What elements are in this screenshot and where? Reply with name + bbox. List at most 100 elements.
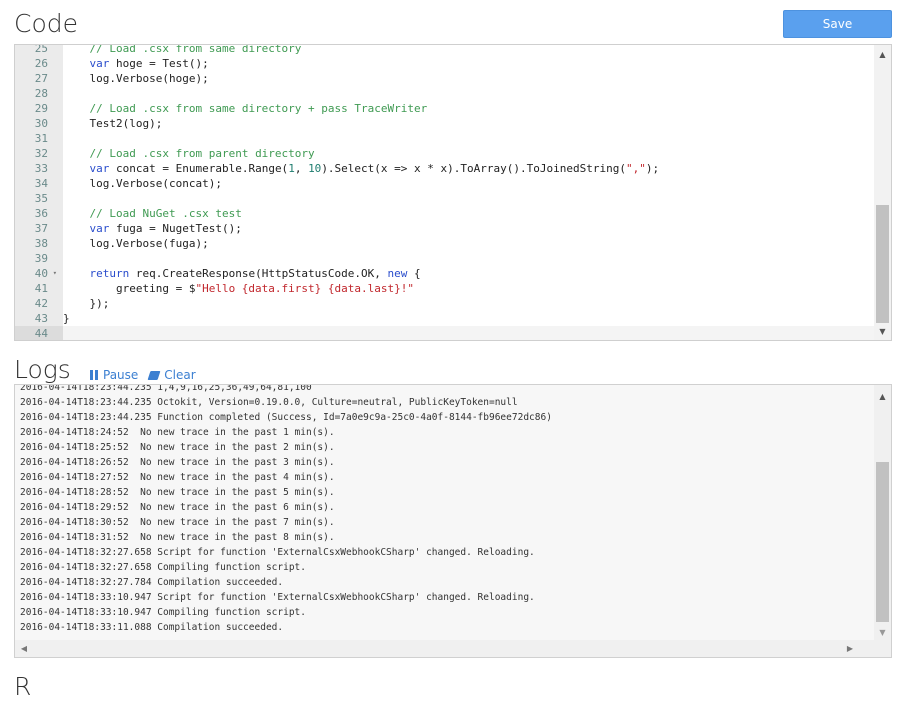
log-vertical-scrollbar[interactable]: ▲ ▼ — [874, 385, 891, 641]
code-line[interactable]: 30 Test2(log); — [15, 116, 874, 131]
save-button[interactable]: Save — [783, 10, 892, 38]
log-line: 2016-04-14T18:32:27.784 Compilation succ… — [20, 577, 284, 588]
log-line: 2016-04-14T18:23:44.235 1,4,9,16,25,36,4… — [20, 384, 312, 393]
code-text: return req.CreateResponse(HttpStatusCode… — [63, 267, 421, 280]
code-token: }); — [63, 297, 110, 310]
code-token: return — [89, 267, 130, 280]
code-token: // Load NuGet .csx test — [89, 207, 242, 220]
line-number: 32 — [34, 147, 48, 160]
log-horizontal-scrollbar[interactable]: ◀ ▶ — [15, 640, 875, 657]
triangle-down-icon[interactable]: ▼ — [874, 324, 891, 338]
code-line[interactable]: 42 }); — [15, 296, 874, 311]
line-number: 38 — [34, 237, 48, 250]
code-line[interactable]: 26 var hoge = Test(); — [15, 56, 874, 71]
code-text: }); — [63, 297, 109, 310]
code-token: { — [407, 267, 421, 280]
log-line: 2016-04-14T18:32:27.658 Compiling functi… — [20, 562, 306, 573]
line-number: 42 — [34, 297, 48, 310]
code-line[interactable]: 37 var fuga = NugetTest(); — [15, 221, 874, 236]
log-line: 2016-04-14T18:31:52 No new trace in the … — [20, 532, 335, 543]
log-line: 2016-04-14T18:32:27.658 Script for funct… — [20, 547, 535, 558]
code-line[interactable]: 35 — [15, 191, 874, 206]
triangle-left-icon[interactable]: ◀ — [17, 640, 31, 657]
log-line: 2016-04-14T18:23:44.235 Octokit, Version… — [20, 397, 518, 408]
line-number: 40 ▾ — [34, 266, 57, 281]
triangle-down-icon[interactable]: ▼ — [874, 625, 891, 639]
log-line: 2016-04-14T18:23:44.235 Function complet… — [20, 412, 552, 423]
code-text: // Load .csx from same directory + pass … — [63, 102, 428, 115]
code-text: var fuga = NugetTest(); — [63, 222, 242, 235]
line-number: 36 — [34, 207, 48, 220]
log-actions: Pause Clear — [90, 368, 196, 382]
code-editor[interactable]: 25 // Load .csx from same directory 26 va… — [14, 44, 892, 341]
line-number: 35 — [34, 192, 48, 205]
code-token: greeting = $ — [63, 282, 196, 295]
log-line: 2016-04-14T18:26:52 No new trace in the … — [20, 457, 335, 468]
code-token: log.Verbose(concat); — [63, 177, 222, 190]
code-token: concat = Enumerable.Range( — [109, 162, 289, 175]
code-line[interactable]: 44 — [15, 326, 874, 340]
line-number: 41 — [34, 282, 48, 295]
log-line: 2016-04-14T18:28:52 No new trace in the … — [20, 487, 335, 498]
code-section-title: Code — [14, 9, 79, 38]
triangle-up-icon[interactable]: ▲ — [874, 47, 891, 61]
code-line[interactable]: 36 // Load NuGet .csx test — [15, 206, 874, 221]
code-line[interactable]: 29 // Load .csx from same directory + pa… — [15, 101, 874, 116]
line-number: 43 — [34, 312, 48, 325]
code-line[interactable]: 34 log.Verbose(concat); — [15, 176, 874, 191]
pause-button[interactable]: Pause — [90, 368, 138, 382]
code-token: // Load .csx from same directory + pass … — [89, 102, 428, 115]
log-line: 2016-04-14T18:33:11.088 Compilation succ… — [20, 622, 284, 633]
log-line: 2016-04-14T18:29:52 No new trace in the … — [20, 502, 335, 513]
line-number: 33 — [34, 162, 48, 175]
pause-icon — [90, 370, 98, 380]
code-token: log.Verbose(hoge); — [63, 72, 209, 85]
log-output[interactable]: 2016-04-14T18:23:44.235 1,4,9,16,25,36,4… — [14, 384, 892, 658]
code-token: , — [294, 162, 309, 175]
code-lines[interactable]: 25 // Load .csx from same directory 26 va… — [15, 44, 874, 340]
log-scroll-thumb[interactable] — [876, 462, 889, 622]
code-line[interactable]: 43} — [15, 311, 874, 326]
code-line[interactable]: 32 // Load .csx from parent directory — [15, 146, 874, 161]
code-text: Test2(log); — [63, 117, 162, 130]
code-line[interactable]: 38 log.Verbose(fuga); — [15, 236, 874, 251]
code-token: new — [387, 267, 408, 280]
code-scroll-thumb[interactable] — [876, 205, 889, 323]
code-line[interactable]: 28 — [15, 86, 874, 101]
logs-section-title: Logs — [14, 355, 71, 384]
line-number: 25 — [34, 44, 48, 55]
code-line[interactable]: 27 log.Verbose(hoge); — [15, 71, 874, 86]
log-lines: 2016-04-14T18:23:44.235 1,4,9,16,25,36,4… — [20, 384, 873, 635]
fold-arrow-icon[interactable]: ▾ — [53, 266, 57, 281]
clear-button[interactable]: Clear — [147, 368, 196, 382]
scrollbar-corner — [874, 640, 891, 657]
code-text: // Load NuGet .csx test — [63, 207, 242, 220]
code-line[interactable]: 39 — [15, 251, 874, 266]
code-line[interactable]: 25 // Load .csx from same directory — [15, 44, 874, 56]
line-number: 44 — [15, 326, 63, 340]
code-token: ); — [645, 162, 660, 175]
code-line[interactable]: 33 var concat = Enumerable.Range(1, 10).… — [15, 161, 874, 176]
code-vertical-scrollbar[interactable]: ▲ ▼ — [874, 45, 891, 340]
code-token: ).Select(x => x * x).ToArray().ToJoinedS… — [321, 162, 626, 175]
code-text: greeting = $"Hello {data.first} {data.la… — [63, 282, 414, 295]
code-line[interactable]: 31 — [15, 131, 874, 146]
triangle-up-icon[interactable]: ▲ — [874, 389, 891, 403]
line-number: 37 — [34, 222, 48, 235]
line-number: 39 — [34, 252, 48, 265]
pause-label: Pause — [103, 368, 139, 382]
code-line[interactable]: 41 greeting = $"Hello {data.first} {data… — [15, 281, 874, 296]
line-number: 30 — [34, 117, 48, 130]
log-line: 2016-04-14T18:33:10.947 Script for funct… — [20, 592, 535, 603]
code-text: log.Verbose(concat); — [63, 177, 222, 190]
code-text: // Load .csx from same directory — [63, 45, 302, 55]
code-line[interactable]: 40 ▾ return req.CreateResponse(HttpStatus… — [15, 266, 874, 281]
log-line: 2016-04-14T18:33:10.947 Compiling functi… — [20, 607, 306, 618]
code-token: log.Verbose(fuga); — [63, 237, 209, 250]
triangle-right-icon[interactable]: ▶ — [843, 640, 857, 657]
